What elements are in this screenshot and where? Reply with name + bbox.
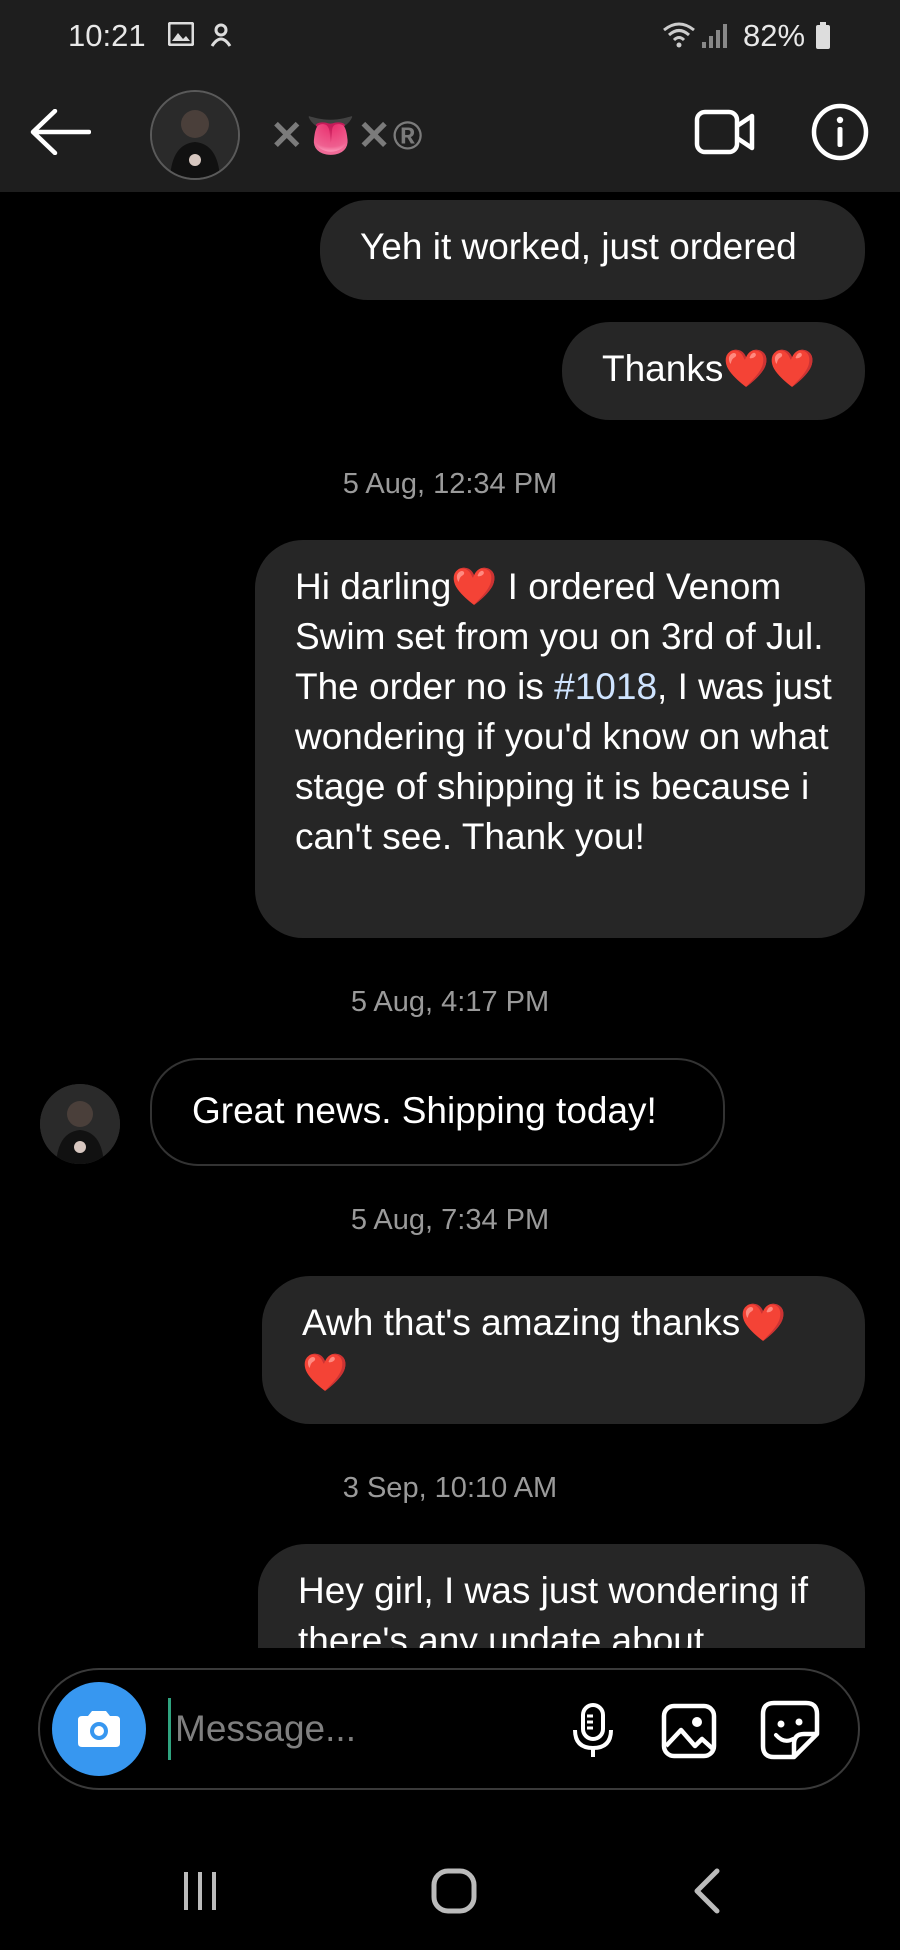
signal-icon: [702, 24, 727, 48]
timestamp: 5 Aug, 7:34 PM: [350, 1204, 550, 1236]
video-camera-icon: [694, 109, 755, 155]
voice-message-button[interactable]: [560, 1698, 626, 1764]
home-button[interactable]: [412, 1856, 496, 1926]
image-icon: [661, 1703, 717, 1759]
gallery-icon: [168, 22, 194, 46]
message-composer: [38, 1668, 860, 1790]
notification-icon: [210, 23, 232, 47]
message-text: Great news. Shipping today!: [192, 1090, 657, 1131]
profile-photo-icon: [152, 92, 238, 178]
back-button[interactable]: [22, 94, 98, 170]
wifi-icon: [663, 22, 695, 48]
message-text: Hey girl, I was just wondering if there'…: [298, 1570, 808, 1648]
system-navigation-bar: [0, 1830, 900, 1950]
message-sent[interactable]: Thanks❤️❤️: [562, 322, 865, 420]
video-call-button[interactable]: [688, 94, 762, 170]
sticker-button[interactable]: [756, 1696, 824, 1764]
chevron-left-icon: [694, 1868, 720, 1914]
camera-button[interactable]: [52, 1682, 146, 1776]
arrow-left-icon: [30, 109, 91, 155]
status-bar: 10:21 82%: [0, 0, 900, 72]
home-icon: [431, 1868, 477, 1914]
contact-username[interactable]: ✕👅✕®: [270, 112, 424, 159]
message-text: Yeh it worked, just ordered: [360, 226, 797, 267]
message-sent[interactable]: Hi darling❤️ I ordered Venom Swim set fr…: [255, 540, 865, 938]
timestamp: 5 Aug, 4:17 PM: [350, 986, 550, 1018]
system-back-button[interactable]: [666, 1856, 746, 1926]
message-text: Thanks❤️❤️: [602, 348, 816, 389]
order-number-link[interactable]: #1018: [554, 666, 657, 707]
timestamp: 3 Sep, 10:10 AM: [342, 1472, 558, 1504]
gallery-button[interactable]: [656, 1698, 722, 1764]
message-sent[interactable]: Yeh it worked, just ordered: [320, 200, 865, 300]
sender-avatar[interactable]: [40, 1084, 120, 1164]
recent-apps-icon: [184, 1872, 216, 1910]
chat-header: ✕👅✕®: [0, 72, 900, 192]
battery-percentage: 82%: [743, 18, 806, 53]
message-sent[interactable]: Awh that's amazing thanks❤️ ❤️: [262, 1276, 865, 1424]
camera-icon: [78, 1711, 120, 1747]
recent-apps-button[interactable]: [160, 1858, 240, 1924]
sticker-icon: [760, 1700, 820, 1760]
info-button[interactable]: [800, 92, 880, 172]
status-time: 10:21: [68, 18, 146, 53]
message-input[interactable]: [168, 1698, 577, 1760]
contact-avatar[interactable]: [150, 90, 240, 180]
info-icon: [811, 103, 869, 161]
message-sent[interactable]: Hey girl, I was just wondering if there'…: [258, 1544, 865, 1648]
message-text: Awh that's amazing thanks❤️ ❤️: [302, 1302, 787, 1393]
microphone-icon: [573, 1703, 613, 1757]
timestamp: 5 Aug, 12:34 PM: [342, 468, 558, 500]
battery-icon: [816, 22, 830, 49]
message-received[interactable]: Great news. Shipping today!: [150, 1058, 725, 1166]
message-thread[interactable]: Yeh it worked, just ordered Thanks❤️❤️ 5…: [0, 192, 900, 1648]
profile-photo-icon: [40, 1084, 120, 1164]
